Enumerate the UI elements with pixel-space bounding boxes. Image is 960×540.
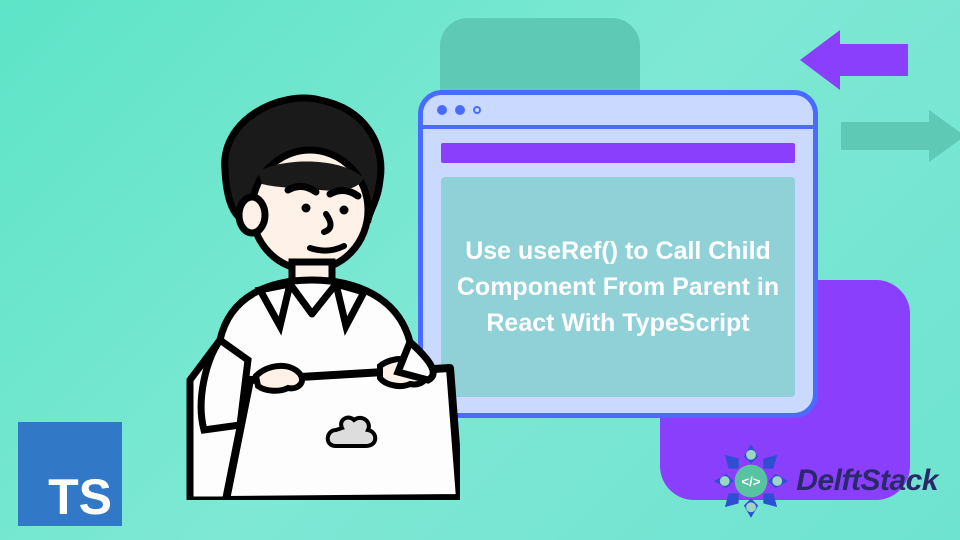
browser-body: Use useRef() to Call Child Component Fro… <box>423 163 813 415</box>
brand-name: DelftStack <box>796 464 938 498</box>
hero-title: Use useRef() to Call Child Component Fro… <box>441 177 795 397</box>
arrow-right-icon <box>835 110 960 162</box>
hero-banner: Use useRef() to Call Child Component Fro… <box>0 0 960 540</box>
brand-emblem-icon: </> <box>710 440 792 522</box>
typescript-badge: TS <box>18 422 122 526</box>
window-dot-icon <box>473 106 481 114</box>
svg-text:</>: </> <box>742 474 761 489</box>
browser-header-bar <box>441 143 795 163</box>
browser-window: Use useRef() to Call Child Component Fro… <box>418 90 818 418</box>
typescript-badge-text: TS <box>48 472 112 522</box>
person-illustration <box>130 80 460 500</box>
brand-logo: </> DelftStack <box>710 440 938 522</box>
browser-titlebar <box>423 95 813 129</box>
arrow-left-icon <box>800 30 910 90</box>
